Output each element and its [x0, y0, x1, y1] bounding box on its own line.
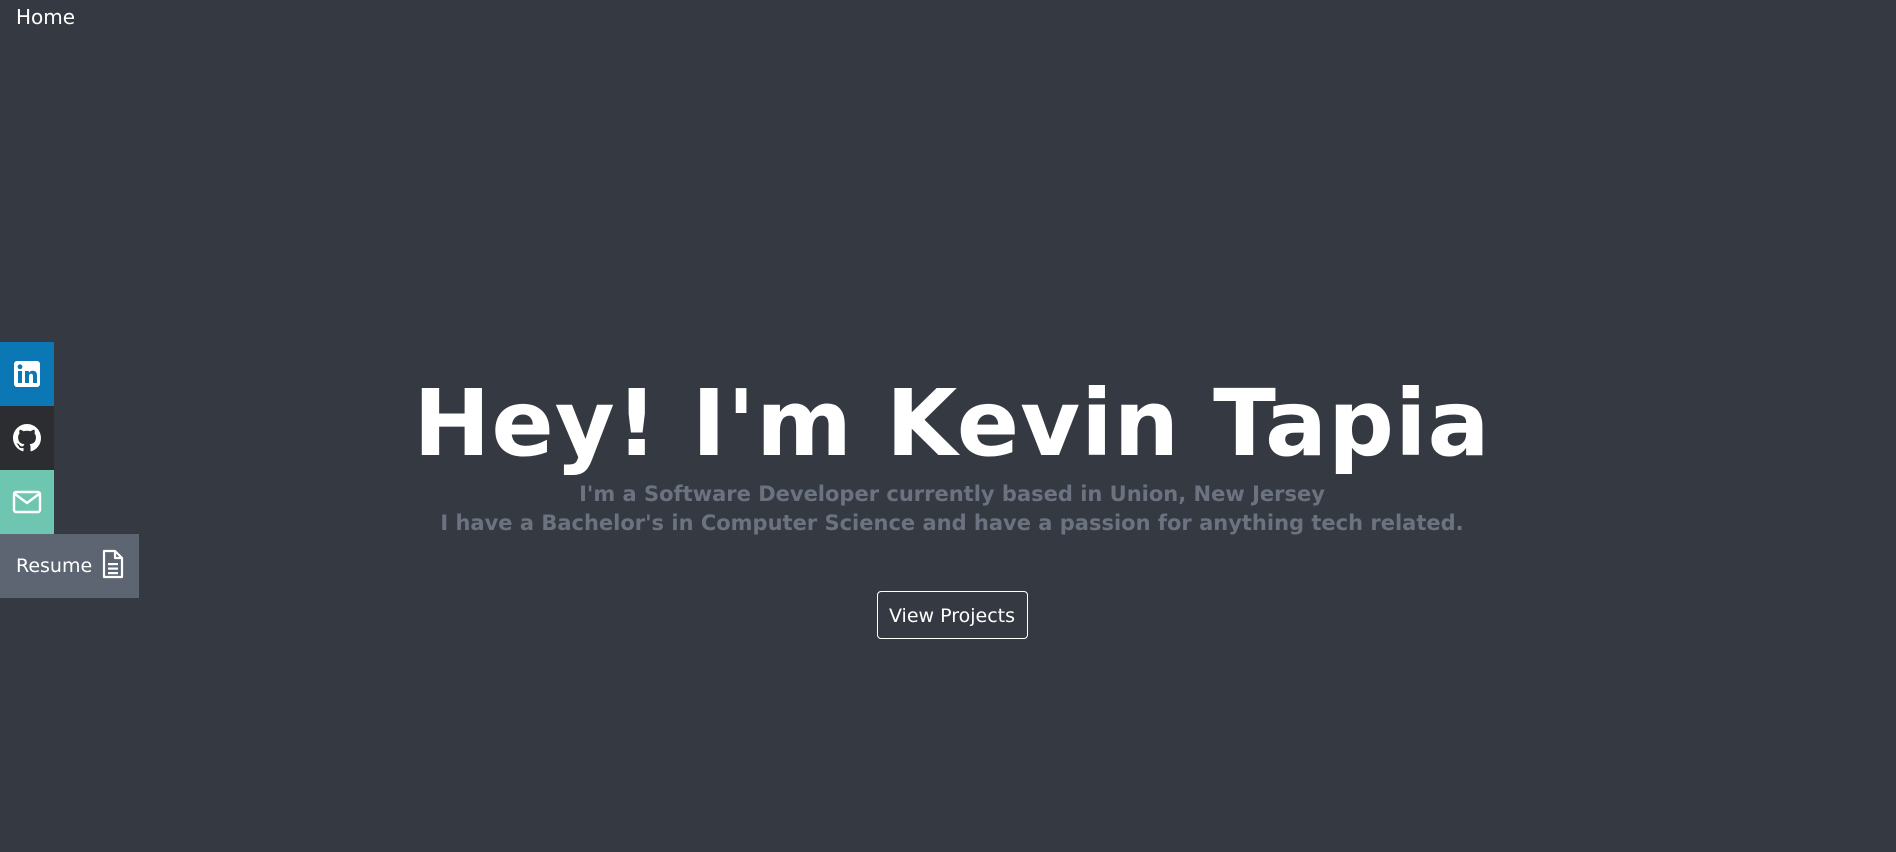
hero-subtitle-line-1: I'm a Software Developer currently based… — [579, 482, 1325, 506]
nav-home-link[interactable]: Home — [16, 5, 75, 29]
hero-title: Hey! I'm Kevin Tapia — [413, 370, 1491, 477]
page: Home Resume Hey! I'm Kevin Tapia I'm a S… — [0, 0, 1896, 852]
view-projects-button[interactable]: View Projects — [876, 591, 1028, 639]
hero-section: Hey! I'm Kevin Tapia I'm a Software Deve… — [0, 368, 1896, 639]
hero-subtitle-line-2: I have a Bachelor's in Computer Science … — [440, 511, 1464, 535]
